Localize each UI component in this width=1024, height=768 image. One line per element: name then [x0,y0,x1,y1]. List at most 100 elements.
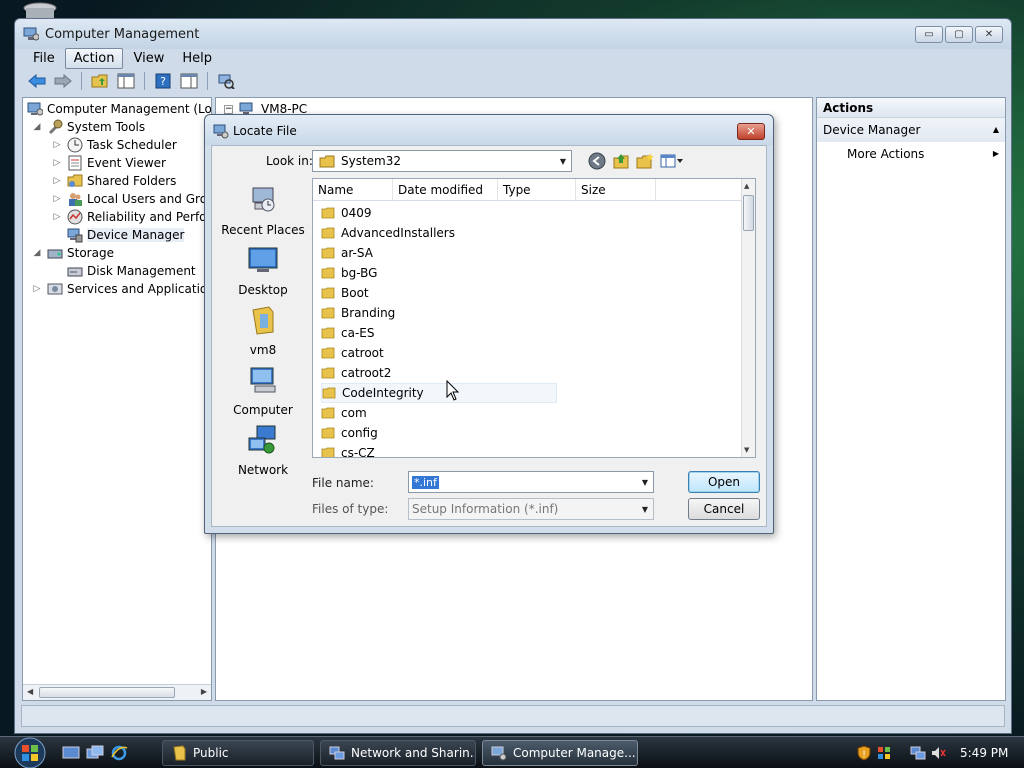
expand-arrow-icon[interactable]: ▷ [31,284,43,294]
file-list-item[interactable]: CodeIntegrity [321,383,557,403]
vertical-scrollbar[interactable]: ▲ ▼ [741,179,755,457]
scrollbar-thumb[interactable] [39,687,175,698]
scan-hardware-icon[interactable] [216,72,236,90]
collapse-arrow-icon[interactable]: ◢ [31,248,43,258]
file-list-item[interactable]: 0409 [321,203,557,223]
show-hide-action-pane-icon[interactable] [179,72,199,90]
scroll-down-icon[interactable]: ▼ [744,446,749,454]
recycle-bin-icon[interactable] [22,2,58,18]
switch-windows-icon[interactable] [86,745,104,761]
security-shield-icon[interactable]: ! [856,745,872,761]
file-list[interactable]: Name Date modified Type Size 0409 Advance… [312,178,756,458]
file-list-item[interactable]: catroot2 [321,363,557,383]
file-list-item[interactable]: ca-ES [321,323,557,343]
file-name-value[interactable]: *.inf [412,476,439,489]
expand-arrow-icon[interactable]: ▷ [51,158,63,168]
place-recent-places[interactable]: Recent Places [214,184,312,237]
tree-item-services[interactable]: ▷ Services and Applications [31,280,211,298]
tree-item-root[interactable]: Computer Management (Local [23,100,211,118]
menu-file[interactable]: File [25,49,63,68]
up-folder-icon[interactable] [90,72,110,90]
taskbar-item-computer-management[interactable]: Computer Manage... [482,740,638,766]
new-folder-icon[interactable] [636,152,654,170]
file-list-item[interactable]: Boot [321,283,557,303]
tree-item-storage[interactable]: ◢ Storage [31,244,114,262]
console-tree[interactable]: Computer Management (Local ◢ System Tool… [22,97,212,701]
taskbar-item-public[interactable]: Public [162,740,314,766]
help-icon[interactable]: ? [153,72,173,90]
file-list-item[interactable]: cs-CZ [321,443,557,457]
place-user-folder[interactable]: vm8 [214,304,312,357]
column-header-name[interactable]: Name [313,179,393,201]
place-desktop[interactable]: Desktop [214,244,312,297]
tree-item-disk-management[interactable]: Disk Management [51,262,196,280]
file-name: ar-SA [341,246,373,260]
menu-help[interactable]: Help [174,49,220,68]
up-one-level-icon[interactable] [612,152,630,170]
file-list-item[interactable]: catroot [321,343,557,363]
tree-item-event-viewer[interactable]: ▷ Event Viewer [51,154,166,172]
place-network[interactable]: Network [214,424,312,477]
expand-arrow-icon[interactable]: ▷ [51,176,63,186]
internet-explorer-icon[interactable] [110,745,128,761]
minimize-button[interactable]: ▭ [915,26,943,43]
collapse-box-icon[interactable]: − [224,104,233,114]
look-in-dropdown[interactable]: System32 ▼ [312,150,572,172]
expand-arrow-icon[interactable]: ▷ [51,140,63,150]
file-list-item[interactable]: AdvancedInstallers [321,223,557,243]
collapse-up-icon[interactable]: ▲ [993,118,999,142]
column-header-type[interactable]: Type [498,179,576,201]
open-button[interactable]: Open [688,471,760,493]
actions-section-device-manager[interactable]: Device Manager ▲ [817,118,1005,142]
volume-muted-icon[interactable] [930,745,946,761]
tree-item-local-users[interactable]: ▷ Local Users and Group [51,190,211,208]
taskbar-item-network[interactable]: Network and Sharin... [320,740,476,766]
dialog-title-bar[interactable]: Locate File ✕ [205,115,773,145]
collapse-arrow-icon[interactable]: ◢ [31,122,43,132]
tree-item-system-tools[interactable]: ◢ System Tools [31,118,145,136]
expand-arrow-icon[interactable]: ▷ [51,194,63,204]
chevron-down-icon[interactable]: ▼ [637,478,653,487]
scroll-up-icon[interactable]: ▲ [744,182,749,190]
tree-item-task-scheduler[interactable]: ▷ Task Scheduler [51,136,177,154]
network-status-icon[interactable] [910,745,926,761]
file-list-item[interactable]: Branding [321,303,557,323]
forward-arrow-icon[interactable] [53,72,73,90]
maximize-button[interactable]: ▢ [945,26,973,43]
start-orb-icon[interactable] [8,737,52,768]
back-arrow-icon[interactable] [27,72,47,90]
close-button[interactable]: ✕ [975,26,1003,43]
show-desktop-icon[interactable] [62,745,80,761]
file-list-item[interactable]: com [321,403,557,423]
file-list-item[interactable]: ar-SA [321,243,557,263]
menu-action[interactable]: Action [64,47,124,69]
chevron-down-icon[interactable]: ▼ [637,505,653,514]
cancel-button[interactable]: Cancel [688,498,760,520]
column-header-date-modified[interactable]: Date modified [393,179,498,201]
tree-item-shared-folders[interactable]: ▷ Shared Folders [51,172,177,190]
system-clock[interactable]: 5:49 PM [960,746,1008,760]
more-actions-item[interactable]: More Actions ▶ [817,142,1005,166]
show-hide-tree-icon[interactable] [116,72,136,90]
file-name-input[interactable]: *.inf ▼ [408,471,654,493]
tree-item-device-manager[interactable]: Device Manager [51,226,185,244]
scroll-left-icon[interactable]: ◀ [27,687,33,696]
expand-arrow-icon[interactable]: ▷ [51,212,63,222]
windows-security-icon[interactable] [876,745,892,761]
dialog-close-button[interactable]: ✕ [737,123,765,140]
scroll-right-icon[interactable]: ▶ [201,687,207,696]
horizontal-scrollbar[interactable]: ◀ ▶ [23,684,211,700]
back-icon[interactable] [588,152,606,170]
tree-item-reliability[interactable]: ▷ Reliability and Perform [51,208,211,226]
file-list-item[interactable]: bg-BG [321,263,557,283]
menu-view[interactable]: View [125,49,172,68]
file-list-item[interactable]: config [321,423,557,443]
files-of-type-dropdown[interactable]: Setup Information (*.inf) ▼ [408,498,654,520]
toolbar-separator [144,72,145,90]
view-menu-icon[interactable] [660,153,684,169]
place-computer[interactable]: Computer [214,364,312,417]
title-bar[interactable]: Computer Management ▭ ▢ ✕ [15,19,1011,49]
column-header-size[interactable]: Size [576,179,656,201]
chevron-down-icon[interactable]: ▼ [555,157,571,166]
scrollbar-thumb[interactable] [743,195,754,231]
